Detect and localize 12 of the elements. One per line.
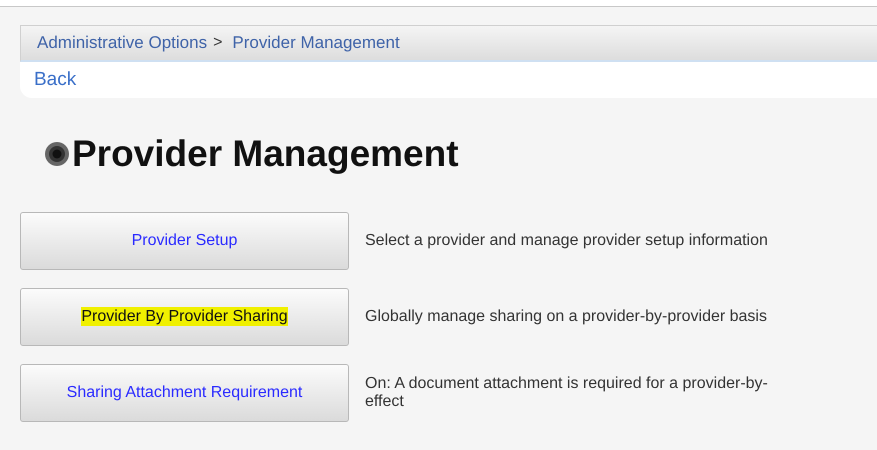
page-title: Provider Management [72,133,459,175]
bullet-icon [44,141,70,167]
option-description: Select a provider and manage provider setup information [365,232,768,250]
breadcrumb-separator: > [213,34,222,52]
option-button[interactable]: Provider By Provider Sharing [20,288,349,346]
option-description: On: A document attachment is required for a provider-by- effect [365,375,768,411]
option-button[interactable]: Provider Setup [20,212,349,270]
back-link[interactable]: Back [34,69,76,91]
breadcrumb-link[interactable]: Provider Management [232,33,400,53]
option-button[interactable]: Sharing Attachment Requirement [20,364,349,422]
option-description: Globally manage sharing on a provider-by-provider basis [365,308,767,326]
breadcrumb-link[interactable]: Administrative Options [37,33,208,53]
